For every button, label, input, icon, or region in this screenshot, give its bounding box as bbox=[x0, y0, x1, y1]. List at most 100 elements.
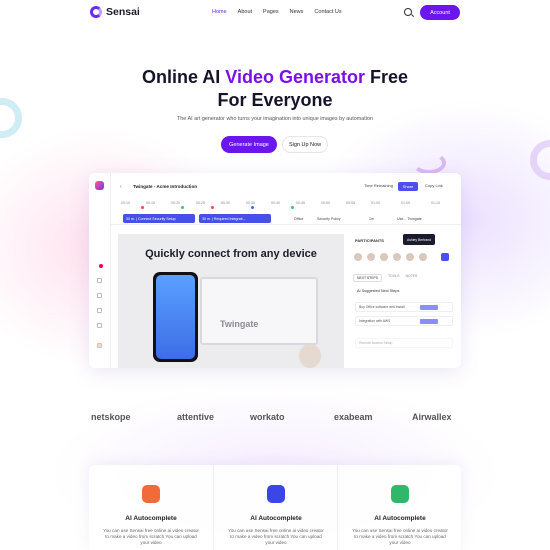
main-menu: Home About Pages News Contact Us bbox=[212, 9, 342, 15]
next-step-row[interactable]: Remote Access Setup bbox=[355, 338, 453, 348]
feature-cards: AI Autocomplete You can use Sensai free … bbox=[89, 465, 461, 550]
add-participant-button[interactable] bbox=[441, 253, 449, 261]
timeline-tracks: 30 m. | Connect Security Setup 30 m. | R… bbox=[111, 211, 461, 225]
marker-dot bbox=[291, 206, 294, 209]
ruler-tick: 00:50 bbox=[321, 201, 330, 205]
hero-title-post: Free bbox=[365, 67, 409, 87]
back-icon[interactable]: ‹ bbox=[120, 184, 122, 190]
participant-tooltip: Ashley Bertrand bbox=[403, 234, 435, 245]
nav-contact[interactable]: Contact Us bbox=[314, 9, 341, 15]
sign-up-button[interactable]: Sign Up Now bbox=[282, 136, 328, 153]
sidebar-tool-icon[interactable] bbox=[97, 278, 102, 283]
stage-title: Quickly connect from any device bbox=[145, 248, 317, 260]
logo-icon bbox=[90, 6, 102, 18]
account-button[interactable]: Account bbox=[420, 5, 460, 20]
hero-subtitle: The AI art generator who turns your imag… bbox=[177, 116, 373, 122]
record-icon[interactable] bbox=[99, 264, 103, 268]
avatar[interactable] bbox=[379, 252, 389, 262]
ring-right bbox=[530, 140, 550, 180]
autocomplete-icon bbox=[142, 485, 160, 503]
logo-netskope: netskope bbox=[91, 412, 131, 422]
search-icon[interactable] bbox=[404, 8, 412, 16]
timeline-clip[interactable]: 30 m. | Connect Security Setup bbox=[123, 214, 195, 223]
nav-about[interactable]: About bbox=[238, 9, 252, 15]
participants-title: PARTICIPANTS bbox=[355, 238, 384, 243]
panel-tabs: NEXT STEPS TOOLS NOTES bbox=[353, 274, 455, 282]
feature-icon bbox=[391, 485, 409, 503]
marker-dot bbox=[181, 206, 184, 209]
logo-exabeam: exabeam bbox=[334, 412, 373, 422]
assign-button[interactable] bbox=[420, 305, 438, 310]
feature-text: You can use Sensai free online ai video … bbox=[103, 528, 199, 546]
feature-text: You can use Sensai free online ai video … bbox=[352, 528, 448, 546]
app-preview: ‹ Twingate - Acme Introduction Time Rema… bbox=[89, 173, 461, 368]
feature-title: AI Autocomplete bbox=[250, 515, 302, 522]
ruler-tick: 01:10 bbox=[431, 201, 440, 205]
app-logo-icon bbox=[95, 181, 104, 190]
ruler-tick: 01:00 bbox=[371, 201, 380, 205]
feature-title: AI Autocomplete bbox=[125, 515, 177, 522]
ruler-tick: 00:35 bbox=[246, 201, 255, 205]
avatar[interactable] bbox=[353, 252, 363, 262]
copy-link-button[interactable]: Copy Link bbox=[425, 183, 443, 188]
ruler-tick: 00:25 bbox=[196, 201, 205, 205]
feature-card: AI Autocomplete You can use Sensai free … bbox=[89, 465, 213, 550]
tab-next-steps[interactable]: NEXT STEPS bbox=[353, 274, 383, 282]
feature-text: You can use Sensai free online ai video … bbox=[228, 528, 324, 546]
ruler-tick: 00:45 bbox=[296, 201, 305, 205]
feature-card: AI Autocomplete You can use Sensai free … bbox=[337, 465, 461, 550]
participant-avatars bbox=[353, 252, 428, 262]
logo-attentive: attentive bbox=[177, 412, 215, 422]
client-logos: netskope attentive workato exabeam Airwa… bbox=[0, 412, 550, 426]
avatar[interactable] bbox=[366, 252, 376, 262]
sidebar-tool-icon[interactable] bbox=[97, 323, 102, 328]
track-label[interactable]: Security Policy bbox=[317, 214, 341, 223]
twingate-brand: Twingate bbox=[220, 319, 259, 329]
video-stage[interactable]: Quickly connect from any device Twingate bbox=[118, 234, 344, 368]
track-label[interactable]: Use... Twingate bbox=[397, 214, 422, 223]
ruler-tick: 01:05 bbox=[401, 201, 410, 205]
track-label[interactable]: 1m bbox=[369, 214, 374, 223]
laptop-mock: Twingate bbox=[200, 277, 318, 345]
sidebar-tool-icon[interactable] bbox=[97, 308, 102, 313]
tab-tools[interactable]: TOOLS bbox=[388, 274, 399, 282]
app-sidebar bbox=[89, 173, 111, 368]
avatar[interactable] bbox=[405, 252, 415, 262]
ruler-tick: 00:30 bbox=[221, 201, 230, 205]
next-step-row[interactable]: Integration with AWS bbox=[355, 316, 453, 326]
avatar[interactable] bbox=[392, 252, 402, 262]
time-remaining: Time Remaining bbox=[364, 183, 393, 188]
logo[interactable]: Sensai bbox=[90, 6, 140, 18]
phone-screen bbox=[156, 275, 195, 359]
next-step-label: Buy Office software and install bbox=[359, 305, 405, 309]
nav-home[interactable]: Home bbox=[212, 9, 227, 15]
nav-news[interactable]: News bbox=[290, 9, 304, 15]
logo-airwallex: Airwallex bbox=[412, 412, 452, 422]
timeline-clip[interactable]: 30 m. | Required Integrati... bbox=[199, 214, 271, 223]
next-step-label: Integration with AWS bbox=[359, 319, 391, 323]
track-label[interactable]: Office bbox=[294, 214, 303, 223]
avatar[interactable] bbox=[418, 252, 428, 262]
logo-workato: workato bbox=[250, 412, 285, 422]
hero-title-line2: For Everyone bbox=[217, 90, 333, 110]
next-step-row[interactable]: Buy Office software and install bbox=[355, 302, 453, 312]
top-nav: Sensai Home About Pages News Contact Us … bbox=[0, 0, 550, 26]
nav-pages[interactable]: Pages bbox=[263, 9, 279, 15]
feature-title: AI Autocomplete bbox=[374, 515, 426, 522]
phone-mock bbox=[153, 272, 198, 362]
generate-image-button[interactable]: Generate Image bbox=[221, 136, 277, 153]
squiggle-right bbox=[412, 152, 446, 174]
feature-card: AI Autocomplete You can use Sensai free … bbox=[213, 465, 337, 550]
ruler-tick: 00:20 bbox=[171, 201, 180, 205]
ruler-tick: 00:10 bbox=[121, 201, 130, 205]
ruler-tick: 00:15 bbox=[146, 201, 155, 205]
marker-dot bbox=[251, 206, 254, 209]
assign-button[interactable] bbox=[420, 319, 438, 324]
logo-text: Sensai bbox=[106, 6, 140, 18]
sidebar-tool-icon[interactable] bbox=[97, 293, 102, 298]
ruler-tick: 00:55 bbox=[346, 201, 355, 205]
sidebar-tool-icon[interactable] bbox=[97, 343, 102, 348]
hero-title-pre: Online AI bbox=[141, 67, 226, 87]
share-button[interactable]: Share bbox=[398, 182, 418, 191]
tab-notes[interactable]: NOTES bbox=[405, 274, 417, 282]
